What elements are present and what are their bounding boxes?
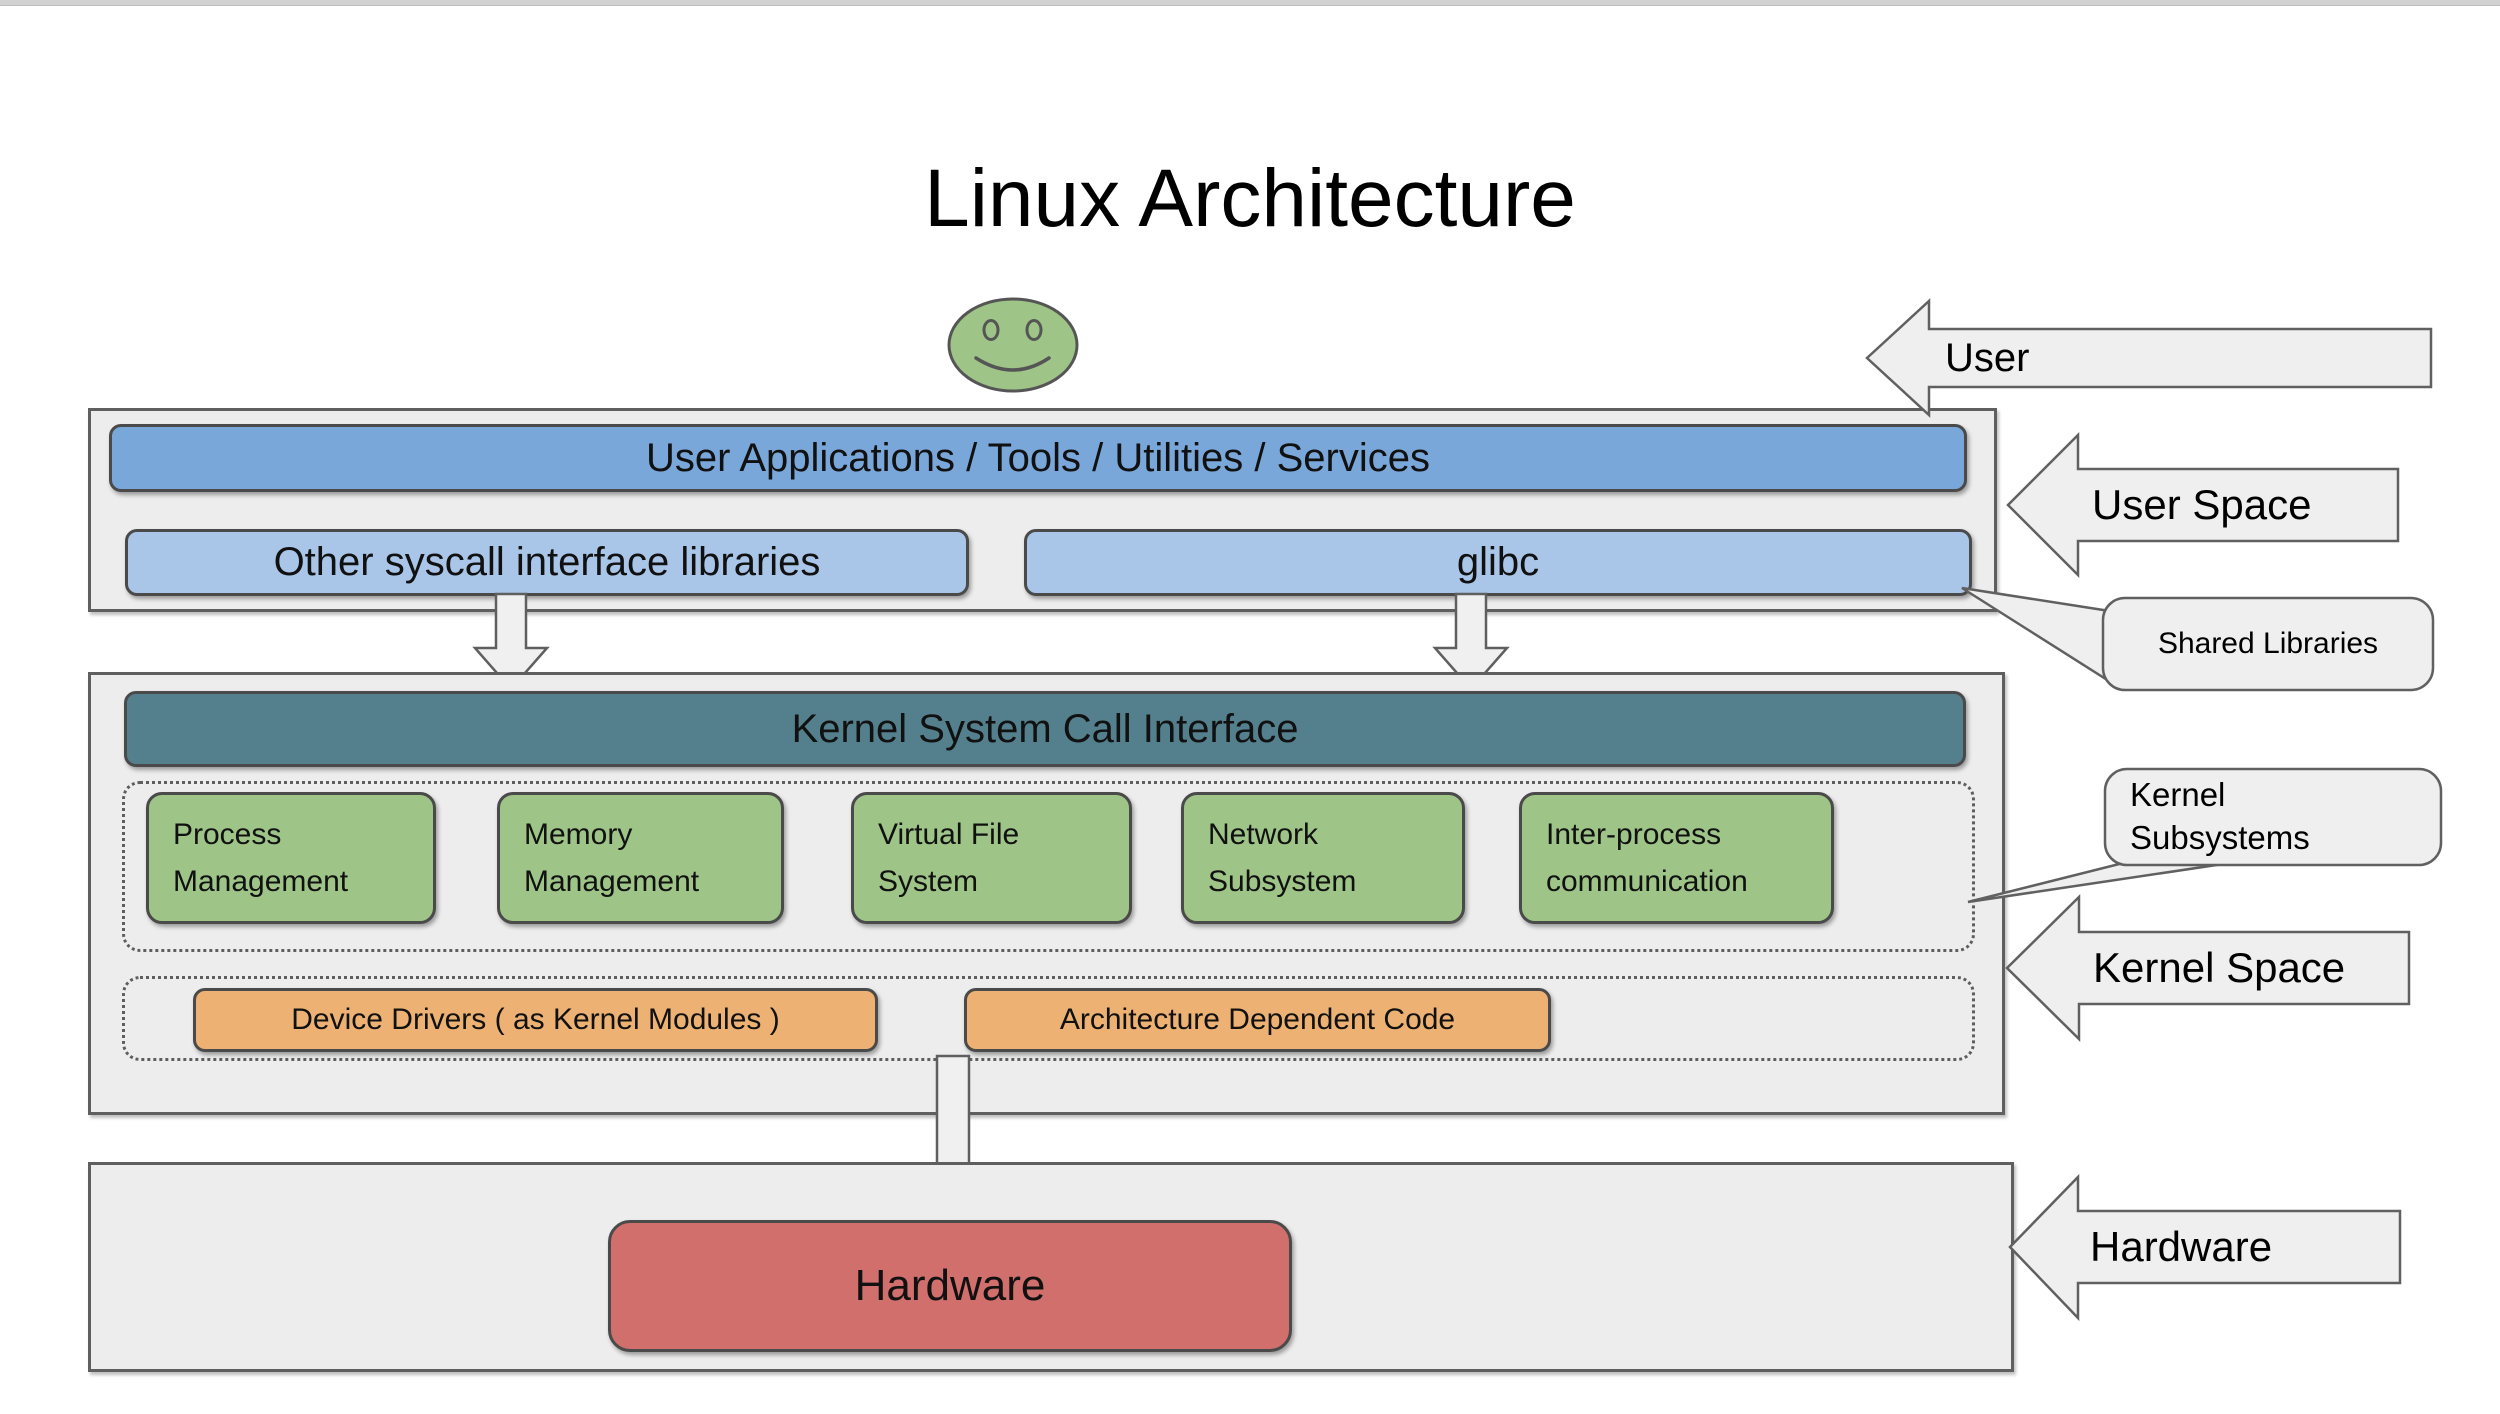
subsystem-label: Network [1208, 818, 1318, 851]
architecture-dependent-code-label: Architecture Dependent Code [1060, 1003, 1455, 1037]
kernel-syscall-interface-label: Kernel System Call Interface [792, 707, 1299, 752]
page-title: Linux Architecture [0, 152, 2500, 246]
kernel-subsystems-line2: Subsystems [2130, 817, 2310, 860]
subsystem-label: Management [173, 865, 348, 898]
subsystem-label: Memory [524, 818, 632, 851]
kernel-space-arrow-label: Kernel Space [2093, 932, 2345, 1004]
subsystem-label: Management [524, 865, 699, 898]
user-arrow-label: User [1945, 329, 2029, 387]
linux-architecture-diagram: Linux Architecture User Applications / T… [0, 0, 2500, 1414]
architecture-dependent-code-box: Architecture Dependent Code [964, 988, 1551, 1052]
smiley-face-icon [946, 297, 1080, 394]
device-drivers-box: Device Drivers ( as Kernel Modules ) [193, 988, 878, 1052]
other-syscall-libraries-label: Other syscall interface libraries [274, 540, 821, 585]
device-drivers-label: Device Drivers ( as Kernel Modules ) [291, 1003, 779, 1037]
subsystem-box-network-subsystem: Network Subsystem [1181, 792, 1465, 924]
subsystem-box-inter-process-communication: Inter-process communication [1519, 792, 1834, 924]
user-applications-label: User Applications / Tools / Utilities / … [646, 436, 1430, 481]
subsystem-label: System [878, 865, 978, 898]
subsystem-box-memory-management: Memory Management [497, 792, 784, 924]
glibc-label: glibc [1457, 540, 1539, 585]
subsystem-box-process-management: Process Management [146, 792, 436, 924]
subsystem-box-virtual-file-system: Virtual File System [851, 792, 1132, 924]
hardware-box: Hardware [608, 1220, 1292, 1352]
subsystem-label: Inter-process [1546, 818, 1721, 851]
subsystem-label: Virtual File [878, 818, 1019, 851]
subsystem-label: Process [173, 818, 281, 851]
glibc-box: glibc [1024, 529, 1972, 596]
kernel-subsystems-line1: Kernel [2130, 774, 2225, 817]
other-syscall-libraries-box: Other syscall interface libraries [125, 529, 969, 596]
kernel-subsystems-label: Kernel Subsystems [2130, 769, 2430, 865]
hardware-arrow-label: Hardware [2090, 1211, 2272, 1283]
user-applications-bar: User Applications / Tools / Utilities / … [109, 424, 1967, 492]
top-border-strip [0, 0, 2500, 6]
subsystem-label: Subsystem [1208, 865, 1356, 898]
shared-libraries-label: Shared Libraries [2103, 598, 2433, 690]
kernel-syscall-interface-bar: Kernel System Call Interface [124, 691, 1966, 767]
subsystem-label: communication [1546, 865, 1748, 898]
user-space-arrow-label: User Space [2092, 469, 2311, 541]
hardware-box-label: Hardware [855, 1261, 1046, 1311]
